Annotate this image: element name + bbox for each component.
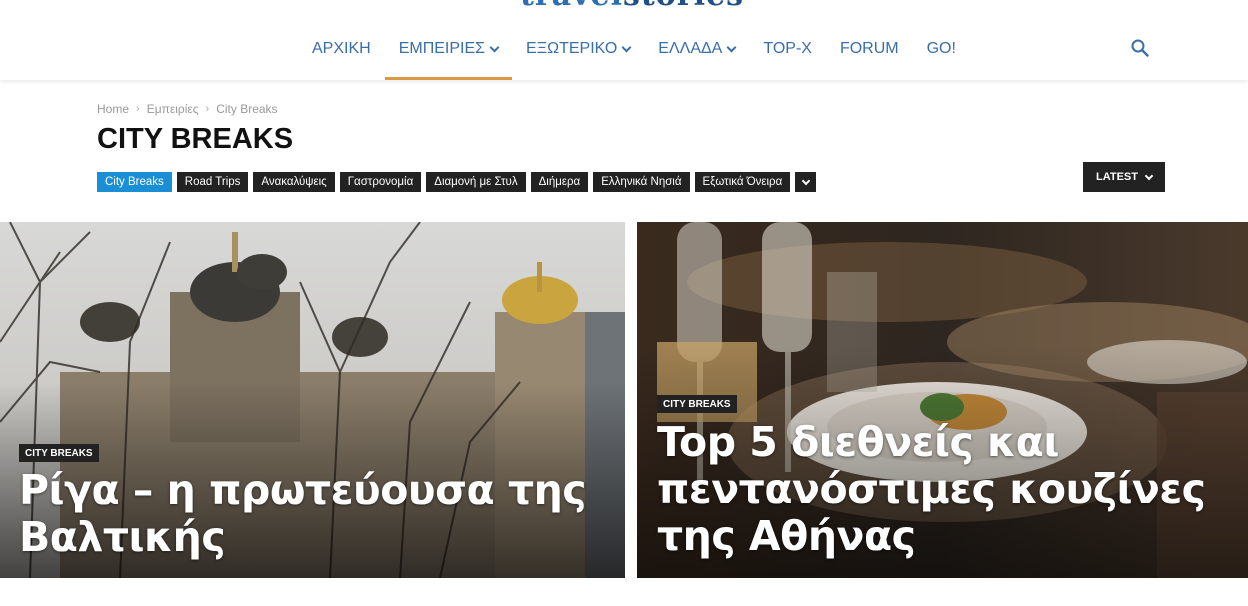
category-pill-discoveries[interactable]: Ανακαλύψεις [253, 172, 335, 192]
site-header: travelstories ΑΡΧΙΚΗ ΕΜΠΕΙΡΙΕΣ ΕΞΩΤΕΡΙΚΟ… [0, 0, 1248, 80]
logo-part-b: stories [623, 0, 744, 6]
search-icon[interactable] [1130, 38, 1150, 58]
site-logo[interactable]: travelstories [520, 0, 744, 6]
nav-item-label: ΕΛΛΑΔΑ [658, 40, 723, 57]
main-nav: ΑΡΧΙΚΗ ΕΜΠΕΙΡΙΕΣ ΕΞΩΤΕΡΙΚΟ ΕΛΛΑΔΑ TOP-X … [298, 18, 970, 80]
nav-item-label: ΕΜΠΕΙΡΙΕΣ [398, 40, 486, 57]
nav-item-top-x[interactable]: TOP-X [749, 18, 826, 80]
nav-item-label: ΕΞΩΤΕΡΙΚΟ [526, 40, 618, 57]
chevron-down-icon [489, 42, 500, 52]
category-filter: City Breaks Road Trips Ανακαλύψεις Γαστρ… [97, 172, 817, 192]
page-title: CITY BREAKS [97, 123, 294, 155]
breadcrumb-separator: › [136, 103, 140, 115]
category-pill-greek-islands[interactable]: Ελληνικά Νησιά [593, 172, 690, 192]
chevron-down-icon [1144, 171, 1154, 180]
nav-item-forum[interactable]: FORUM [826, 18, 913, 80]
nav-item-go[interactable]: GO! [913, 18, 970, 80]
nav-item-abroad[interactable]: ΕΞΩΤΕΡΙΚΟ [512, 18, 644, 80]
breadcrumb-separator: › [205, 103, 210, 115]
breadcrumb-current: City Breaks [216, 102, 278, 116]
logo-part-a: travel [520, 0, 623, 6]
sort-label: LATEST [1096, 171, 1138, 183]
breadcrumb: Home › Εμπειρίες › City Breaks [97, 102, 278, 116]
category-pill-gastronomy[interactable]: Γαστρονομία [339, 172, 422, 192]
category-pill-exotic-dreams[interactable]: Εξωτικά Όνειρα [694, 172, 791, 192]
more-categories-button[interactable] [795, 172, 817, 192]
nav-item-home[interactable]: ΑΡΧΙΚΗ [298, 18, 385, 80]
chevron-down-icon [726, 42, 737, 52]
nav-item-label: ΑΡΧΙΚΗ [312, 40, 371, 57]
article-category-badge[interactable]: CITY BREAKS [657, 395, 737, 413]
article-title[interactable]: Top 5 διεθνείς και πεντανόστιμες κουζίνε… [657, 419, 1248, 560]
nav-item-label: TOP-X [763, 40, 812, 57]
nav-item-greece[interactable]: ΕΛΛΑΔΑ [644, 18, 749, 80]
featured-article-card[interactable]: CITY BREAKS Ρίγα – η πρωτεύουσα της Βαλτ… [0, 222, 625, 578]
category-pill-weekends[interactable]: Διήμερα [530, 172, 589, 192]
article-title[interactable]: Ρίγα – η πρωτεύουσα της Βαλτικής [19, 467, 609, 561]
chevron-down-icon [621, 42, 632, 52]
nav-item-label: GO! [926, 40, 956, 57]
nav-item-experiences[interactable]: ΕΜΠΕΙΡΙΕΣ [384, 18, 513, 80]
category-pill-road-trips[interactable]: Road Trips [176, 172, 249, 192]
featured-article-card[interactable]: CITY BREAKS Top 5 διεθνείς και πεντανόστ… [637, 222, 1248, 578]
sort-dropdown[interactable]: LATEST [1083, 162, 1165, 192]
breadcrumb-home[interactable]: Home [97, 102, 129, 116]
article-category-badge[interactable]: CITY BREAKS [19, 444, 99, 462]
breadcrumb-experiences[interactable]: Εμπειρίες [147, 102, 199, 116]
chevron-down-icon [801, 176, 810, 185]
category-pill-stay-in-style[interactable]: Διαμονή με Στυλ [426, 172, 526, 192]
category-pill-city-breaks[interactable]: City Breaks [97, 172, 172, 192]
nav-item-label: FORUM [839, 40, 899, 57]
